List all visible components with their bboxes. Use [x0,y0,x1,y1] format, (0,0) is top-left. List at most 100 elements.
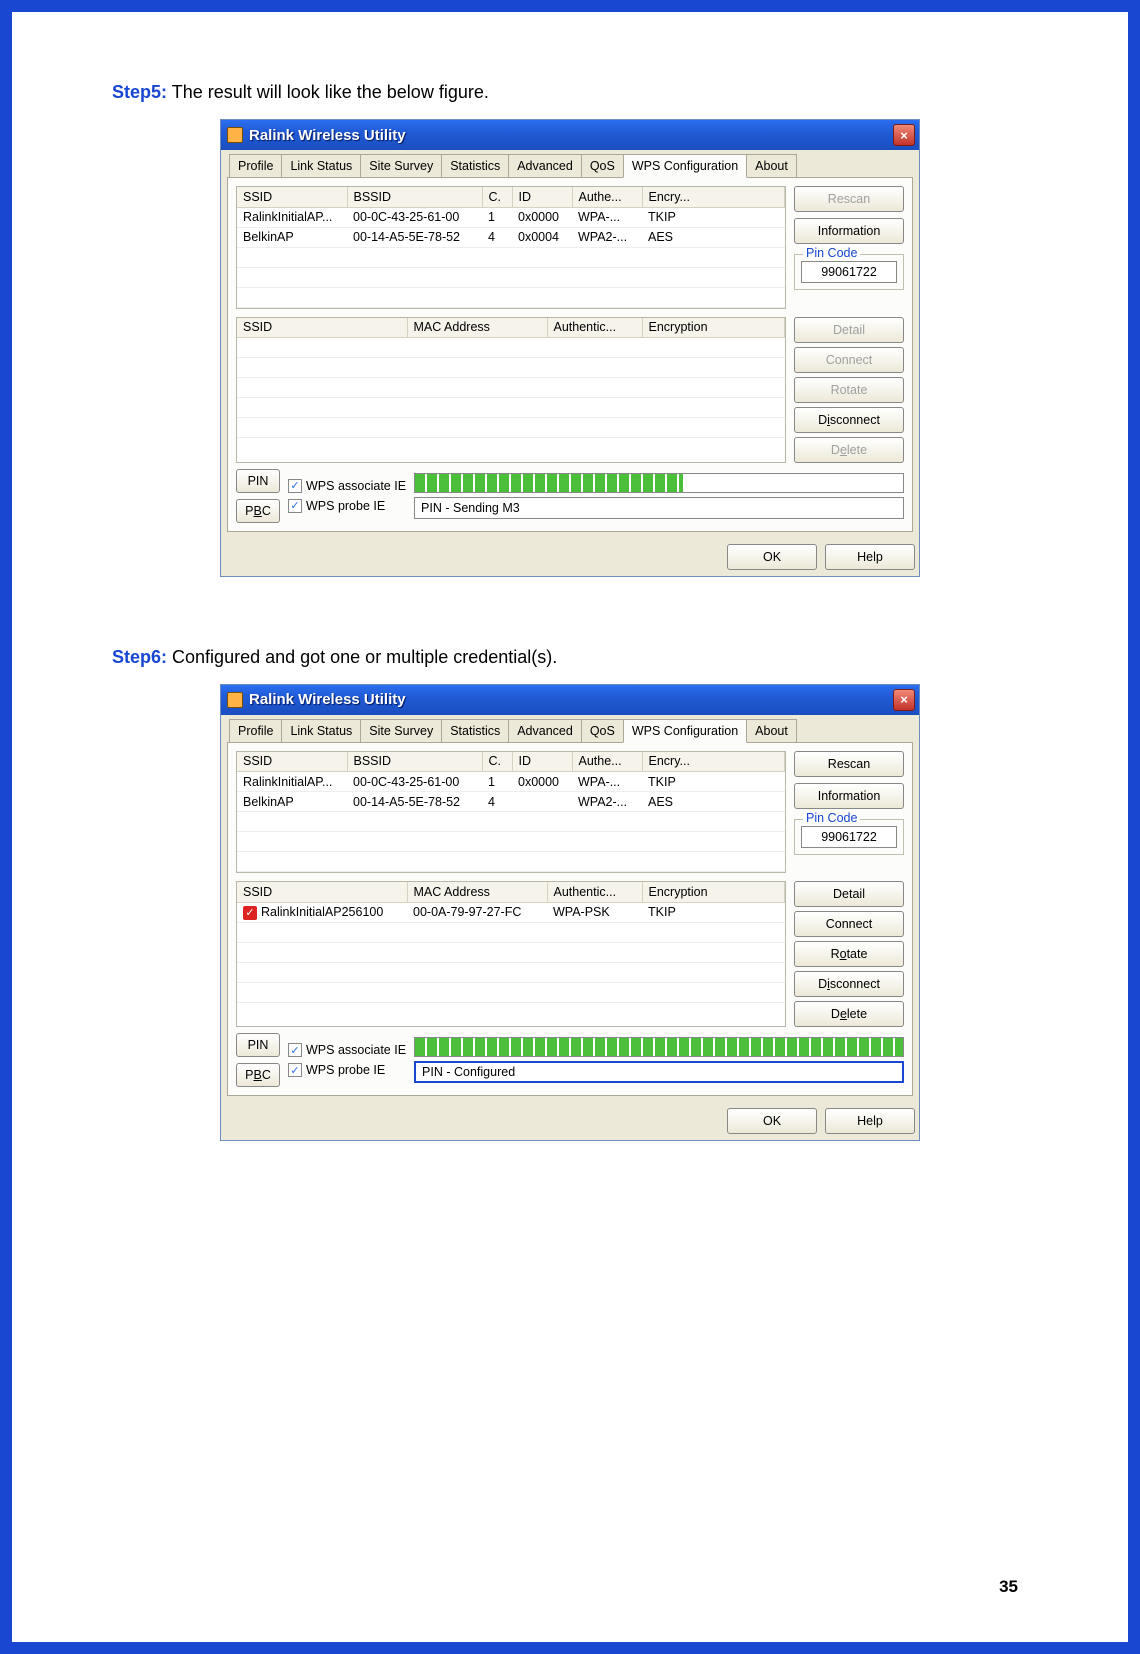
checkbox-icon: ✓ [288,1063,302,1077]
tab-panel: SSID BSSID C. ID Authe... Encry... Ralin… [227,178,913,532]
app-icon [227,692,243,708]
tab-wps[interactable]: WPS Configuration [623,154,747,178]
top-row: SSID BSSID C. ID Authe... Encry... Ralin… [236,751,904,874]
tab-wps[interactable]: WPS Configuration [623,719,747,743]
tab-qos[interactable]: QoS [581,719,624,742]
rotate-button[interactable]: Rotate [794,941,904,967]
col-c: C. [482,752,512,772]
detail-button[interactable]: Detail [794,881,904,907]
close-icon[interactable]: × [893,689,915,711]
checkbox-icon: ✓ [288,499,302,513]
tab-about[interactable]: About [746,154,797,177]
close-icon[interactable]: × [893,124,915,146]
titlebar: Ralink Wireless Utility × [221,120,919,150]
pin-button[interactable]: PIN [236,1033,280,1057]
col-mac: MAC Address [407,882,547,902]
connect-button[interactable]: Connect [794,347,904,373]
col-c: C. [482,187,512,207]
pbc-button[interactable]: PBC [236,499,280,523]
side-buttons-bottom: Detail Connect Rotate Disconnect Delete [794,317,904,463]
col-id: ID [512,752,572,772]
pin-code-fieldset: Pin Code 99061722 [794,819,904,855]
checks-col: ✓WPS associate IE ✓WPS probe IE [288,479,406,513]
table-row[interactable]: ✓RalinkInitialAP256100 00-0A-79-97-27-FC… [237,902,785,922]
pin-button[interactable]: PIN [236,469,280,493]
side-buttons-bottom: Detail Connect Rotate Disconnect Delete [794,881,904,1027]
status-text: PIN - Configured [414,1061,904,1083]
delete-button[interactable]: Delete [794,1001,904,1027]
checks-col: ✓WPS associate IE ✓WPS probe IE [288,1043,406,1077]
tab-advanced[interactable]: Advanced [508,719,582,742]
connect-button[interactable]: Connect [794,911,904,937]
tab-statistics[interactable]: Statistics [441,154,509,177]
tab-site-survey[interactable]: Site Survey [360,719,442,742]
progress-col: PIN - Configured [414,1037,904,1083]
tab-link-status[interactable]: Link Status [281,719,361,742]
tab-profile[interactable]: Profile [229,154,282,177]
progress-row: PIN PBC ✓WPS associate IE ✓WPS probe IE … [236,469,904,523]
bottom-row: SSID MAC Address Authentic... Encryption… [236,881,904,1027]
bottom-row: SSID MAC Address Authentic... Encryption [236,317,904,463]
step5-line: Step5: The result will look like the bel… [112,82,1028,103]
col-bssid: BSSID [347,752,482,772]
tab-profile[interactable]: Profile [229,719,282,742]
col-id: ID [512,187,572,207]
checkbox-icon: ✓ [288,479,302,493]
ok-button[interactable]: OK [727,1108,817,1134]
tab-site-survey[interactable]: Site Survey [360,154,442,177]
table-row[interactable]: RalinkInitialAP... 00-0C-43-25-61-00 1 0… [237,207,785,227]
ap-table[interactable]: SSID BSSID C. ID Authe... Encry... Ralin… [237,752,785,873]
rescan-button[interactable]: Rescan [794,751,904,777]
progress-col: PIN - Sending M3 [414,473,904,519]
delete-button[interactable]: Delete [794,437,904,463]
tab-qos[interactable]: QoS [581,154,624,177]
wps-assoc-check[interactable]: ✓WPS associate IE [288,1043,406,1057]
tab-about[interactable]: About [746,719,797,742]
ok-button[interactable]: OK [727,544,817,570]
pin-code-fieldset: Pin Code 99061722 [794,254,904,290]
top-row: SSID BSSID C. ID Authe... Encry... Ralin… [236,186,904,309]
disconnect-button[interactable]: Disconnect [794,407,904,433]
page-number: 35 [999,1577,1018,1597]
pin-pbc-col: PIN PBC [236,469,280,523]
wps-assoc-check[interactable]: ✓WPS associate IE [288,479,406,493]
cred-table[interactable]: SSID MAC Address Authentic... Encryption… [237,882,785,1003]
tab-advanced[interactable]: Advanced [508,154,582,177]
tab-strip: Profile Link Status Site Survey Statisti… [227,154,913,178]
help-button[interactable]: Help [825,1108,915,1134]
window-title: Ralink Wireless Utility [249,127,893,144]
detail-button[interactable]: Detail [794,317,904,343]
wps-probe-check[interactable]: ✓WPS probe IE [288,499,406,513]
wps-probe-check[interactable]: ✓WPS probe IE [288,1063,406,1077]
cred-table-wrap: SSID MAC Address Authentic... Encryption [236,317,786,463]
col-ssid: SSID [237,752,347,772]
table-row[interactable]: BelkinAP 00-14-A5-5E-78-52 4 WPA2-... AE… [237,792,785,812]
step5-text: The result will look like the below figu… [172,82,489,102]
cred-table[interactable]: SSID MAC Address Authentic... Encryption [237,318,785,439]
titlebar: Ralink Wireless Utility × [221,685,919,715]
col-auth2: Authentic... [547,318,642,338]
pin-code-legend: Pin Code [803,811,860,825]
dialog-buttons: OK Help [221,538,919,576]
information-button[interactable]: Information [794,218,904,244]
information-button[interactable]: Information [794,783,904,809]
table-row[interactable]: RalinkInitialAP... 00-0C-43-25-61-00 1 0… [237,772,785,792]
col-enc: Encry... [642,752,785,772]
pbc-button[interactable]: PBC [236,1063,280,1087]
tab-statistics[interactable]: Statistics [441,719,509,742]
status-text: PIN - Sending M3 [414,497,904,519]
rotate-button[interactable]: Rotate [794,377,904,403]
help-button[interactable]: Help [825,544,915,570]
table-row[interactable]: BelkinAP 00-14-A5-5E-78-52 4 0x0004 WPA2… [237,227,785,247]
disconnect-button[interactable]: Disconnect [794,971,904,997]
tab-link-status[interactable]: Link Status [281,154,361,177]
dialog-buttons: OK Help [221,1102,919,1140]
col-auth: Authe... [572,187,642,207]
col-bssid: BSSID [347,187,482,207]
ap-table[interactable]: SSID BSSID C. ID Authe... Encry... Ralin… [237,187,785,308]
rescan-button[interactable]: Rescan [794,186,904,212]
xp-window-2: Ralink Wireless Utility × Profile Link S… [220,684,920,1142]
col-enc2: Encryption [642,318,785,338]
check-icon: ✓ [243,906,257,920]
app-icon [227,127,243,143]
